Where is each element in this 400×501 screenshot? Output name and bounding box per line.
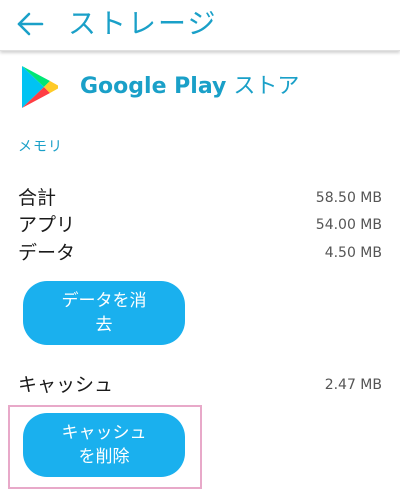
cache-row: キャッシュ 2.47 MB (18, 371, 382, 399)
app-name-suffix: ストア (226, 74, 300, 99)
data-size-row: データ 4.50 MB (18, 239, 382, 267)
app-info-row: Google Play ストア (0, 60, 400, 116)
app-size-value: 54.00 MB (315, 217, 382, 233)
memory-section-title: メモリ (18, 139, 63, 155)
page-title: ストレージ (68, 7, 218, 40)
data-size-label: データ (18, 242, 76, 264)
data-size-value: 4.50 MB (324, 245, 382, 261)
storage-screen: ストレージ Google Play ストア メモリ 合計 58.50 MB アプ… (0, 0, 400, 501)
app-size-label: アプリ (18, 214, 76, 236)
clear-cache-button[interactable]: キャッシュを削除 (23, 413, 185, 477)
total-label: 合計 (18, 187, 57, 209)
clear-cache-label: キャッシュを削除 (61, 423, 147, 467)
clear-data-button[interactable]: データを消去 (23, 281, 185, 345)
app-name: Google Play ストア (80, 72, 299, 102)
arrow-left-icon (17, 12, 44, 36)
total-row: 合計 58.50 MB (18, 184, 382, 212)
app-bar: ストレージ (0, 0, 400, 51)
clear-data-label: データを消去 (61, 291, 147, 335)
google-play-logo-icon (22, 66, 58, 108)
total-value: 58.50 MB (315, 190, 382, 206)
back-button[interactable] (10, 6, 50, 42)
app-size-row: アプリ 54.00 MB (18, 211, 382, 239)
cache-label: キャッシュ (18, 374, 114, 396)
cache-value: 2.47 MB (324, 377, 382, 393)
app-name-brand: Google Play (80, 74, 227, 99)
